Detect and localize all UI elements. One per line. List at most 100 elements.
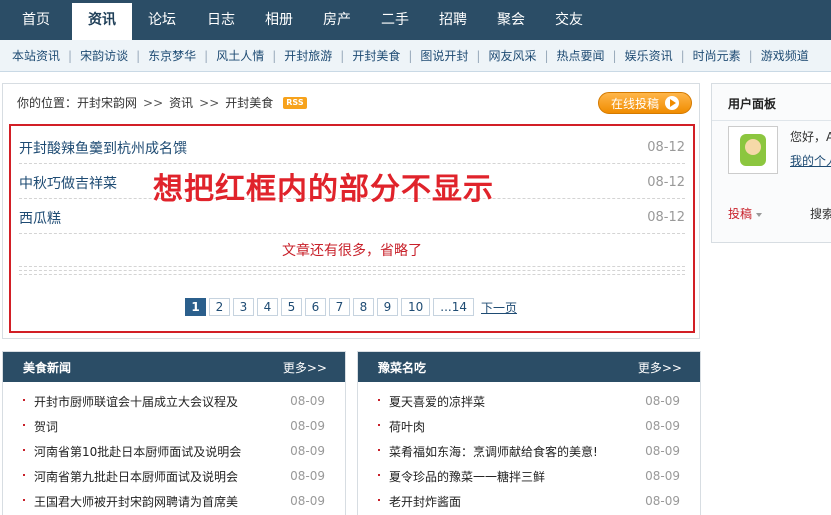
nav-dating[interactable]: 交友 <box>540 0 598 40</box>
list-item[interactable]: 夏令珍品的豫菜一一糖拌三鲜 08-09 <box>358 463 700 488</box>
subnav-item[interactable]: 风土人情 <box>216 47 264 64</box>
article-title[interactable]: 中秋巧做吉祥菜 <box>19 173 117 193</box>
submit-dropdown-label: 投稿 <box>728 207 753 221</box>
sub-nav: 本站资讯 | 宋韵访谈 | 东京梦华 | 风土人情 | 开封旅游 | 开封美食 | 图说开封… <box>0 40 831 72</box>
nav-news[interactable]: 资讯 <box>72 0 132 40</box>
breadcrumb-item[interactable]: 资讯 <box>169 94 193 111</box>
subnav-item[interactable]: 网友风采 <box>488 47 536 64</box>
news-title[interactable]: 开封市厨师联谊会十届成立大会议程及 <box>34 393 238 410</box>
online-submit-button[interactable]: 在线投稿 <box>598 92 692 114</box>
news-title[interactable]: 贺词 <box>34 418 58 435</box>
breadcrumb-separator: >> <box>143 95 164 110</box>
list-item[interactable]: 夏天喜爱的凉拌菜 08-09 <box>358 388 700 413</box>
user-panel-title: 用户面板 <box>728 97 777 111</box>
subnav-item[interactable]: 开封美食 <box>352 47 400 64</box>
news-title[interactable]: 王国君大师被开封宋韵网聘请为首席美 <box>34 493 238 510</box>
page-link-last[interactable]: ...14 <box>433 298 474 316</box>
bullet-icon <box>23 424 25 426</box>
user-panel: 用户面板 您好，A 我的个人 投稿 搜索 <box>711 83 831 243</box>
news-date: 08-09 <box>645 394 680 408</box>
subnav-item[interactable]: 热点要闻 <box>557 47 605 64</box>
breadcrumb-item[interactable]: 开封美食 <box>225 94 273 111</box>
nav-jobs[interactable]: 招聘 <box>424 0 482 40</box>
subnav-item[interactable]: 本站资讯 <box>12 47 60 64</box>
submit-dropdown[interactable]: 投稿 <box>728 205 763 222</box>
list-item[interactable]: 菜肴福如东海：烹调师献给食客的美意! 08-09 <box>358 438 700 463</box>
bullet-icon <box>23 474 25 476</box>
news-title[interactable]: 菜肴福如东海：烹调师献给食客的美意! <box>389 443 598 460</box>
page-link-current[interactable]: 1 <box>185 298 206 316</box>
bullet-icon <box>378 424 380 426</box>
pagination: 1 2 3 4 5 6 7 8 9 10 ...14 下一页 <box>185 298 517 316</box>
news-date: 08-09 <box>290 444 325 458</box>
subnav-item[interactable]: 游戏频道 <box>761 47 809 64</box>
bullet-icon <box>23 399 25 401</box>
page-link[interactable]: 8 <box>353 298 374 316</box>
page-link[interactable]: 9 <box>377 298 398 316</box>
search-link[interactable]: 搜索 <box>810 205 831 222</box>
article-date: 08-12 <box>647 175 685 190</box>
divider <box>712 120 831 121</box>
breadcrumb-prefix: 你的位置：开封宋韵网 <box>17 96 138 110</box>
bullet-icon <box>23 449 25 451</box>
page-link[interactable]: 6 <box>305 298 326 316</box>
news-title[interactable]: 荷叶肉 <box>389 418 425 435</box>
nav-realestate[interactable]: 房产 <box>308 0 366 40</box>
next-page-link[interactable]: 下一页 <box>481 299 517 316</box>
subnav-separator: | <box>408 48 413 63</box>
page-link[interactable]: 7 <box>329 298 350 316</box>
more-link[interactable]: 更多>> <box>283 359 327 376</box>
page-link[interactable]: 4 <box>257 298 278 316</box>
page-link[interactable]: 10 <box>401 298 431 316</box>
news-title[interactable]: 老开封炸酱面 <box>389 493 461 510</box>
highlight-box: 开封酸辣鱼羹到杭州成名馔 08-12 中秋巧做吉祥菜 08-12 西瓜糕 08-… <box>9 124 695 333</box>
list-item[interactable]: 开封市厨师联谊会十届成立大会议程及 08-09 <box>3 388 345 413</box>
news-date: 08-09 <box>290 394 325 408</box>
news-date: 08-09 <box>645 419 680 433</box>
nav-album[interactable]: 相册 <box>250 0 308 40</box>
nav-home[interactable]: 首页 <box>0 0 72 40</box>
omitted-note: 文章还有很多，省略了 <box>282 243 422 259</box>
divider <box>19 266 685 267</box>
article-row[interactable]: 开封酸辣鱼羹到杭州成名馔 08-12 <box>19 130 685 164</box>
news-title[interactable]: 夏天喜爱的凉拌菜 <box>389 393 485 410</box>
avatar-image <box>740 134 766 166</box>
news-title[interactable]: 河南省第九批赴日本厨师面试及说明会 <box>34 468 238 485</box>
bullet-icon <box>378 399 380 401</box>
nav-secondhand[interactable]: 二手 <box>366 0 424 40</box>
subnav-item[interactable]: 宋韵访谈 <box>80 47 128 64</box>
subnav-item[interactable]: 娱乐资讯 <box>625 47 673 64</box>
news-list: 开封市厨师联谊会十届成立大会议程及 08-09 贺词 08-09 河南省第10批赴日… <box>3 382 345 513</box>
list-item[interactable]: 贺词 08-09 <box>3 413 345 438</box>
rss-icon[interactable]: RSS <box>283 96 307 109</box>
news-date: 08-09 <box>290 469 325 483</box>
news-date: 08-09 <box>645 494 680 508</box>
news-title[interactable]: 河南省第10批赴日本厨师面试及说明会 <box>34 443 241 460</box>
subnav-item[interactable]: 开封旅游 <box>284 47 332 64</box>
news-date: 08-09 <box>290 494 325 508</box>
nav-meetup[interactable]: 聚会 <box>482 0 540 40</box>
list-item[interactable]: 老开封炸酱面 08-09 <box>358 488 700 513</box>
my-profile-link[interactable]: 我的个人 <box>790 152 831 169</box>
article-title[interactable]: 西瓜糕 <box>19 208 61 228</box>
news-title[interactable]: 夏令珍品的豫菜一一糖拌三鲜 <box>389 468 545 485</box>
subnav-separator: | <box>136 48 141 63</box>
list-item[interactable]: 河南省第九批赴日本厨师面试及说明会 08-09 <box>3 463 345 488</box>
top-nav: 首页 资讯 论坛 日志 相册 房产 二手 招聘 聚会 交友 <box>0 0 831 40</box>
article-title[interactable]: 开封酸辣鱼羹到杭州成名馔 <box>19 138 187 158</box>
more-link[interactable]: 更多>> <box>638 359 682 376</box>
subnav-item[interactable]: 东京梦华 <box>148 47 196 64</box>
nav-blog[interactable]: 日志 <box>192 0 250 40</box>
subnav-separator: | <box>476 48 481 63</box>
avatar[interactable] <box>728 126 778 174</box>
list-item[interactable]: 河南省第10批赴日本厨师面试及说明会 08-09 <box>3 438 345 463</box>
list-item[interactable]: 王国君大师被开封宋韵网聘请为首席美 08-09 <box>3 488 345 513</box>
subnav-item[interactable]: 图说开封 <box>420 47 468 64</box>
nav-forum[interactable]: 论坛 <box>132 0 192 40</box>
page-link[interactable]: 5 <box>281 298 302 316</box>
news-date: 08-09 <box>290 419 325 433</box>
subnav-item[interactable]: 时尚元素 <box>693 47 741 64</box>
list-item[interactable]: 荷叶肉 08-09 <box>358 413 700 438</box>
page-link[interactable]: 2 <box>209 298 230 316</box>
page-link[interactable]: 3 <box>233 298 254 316</box>
